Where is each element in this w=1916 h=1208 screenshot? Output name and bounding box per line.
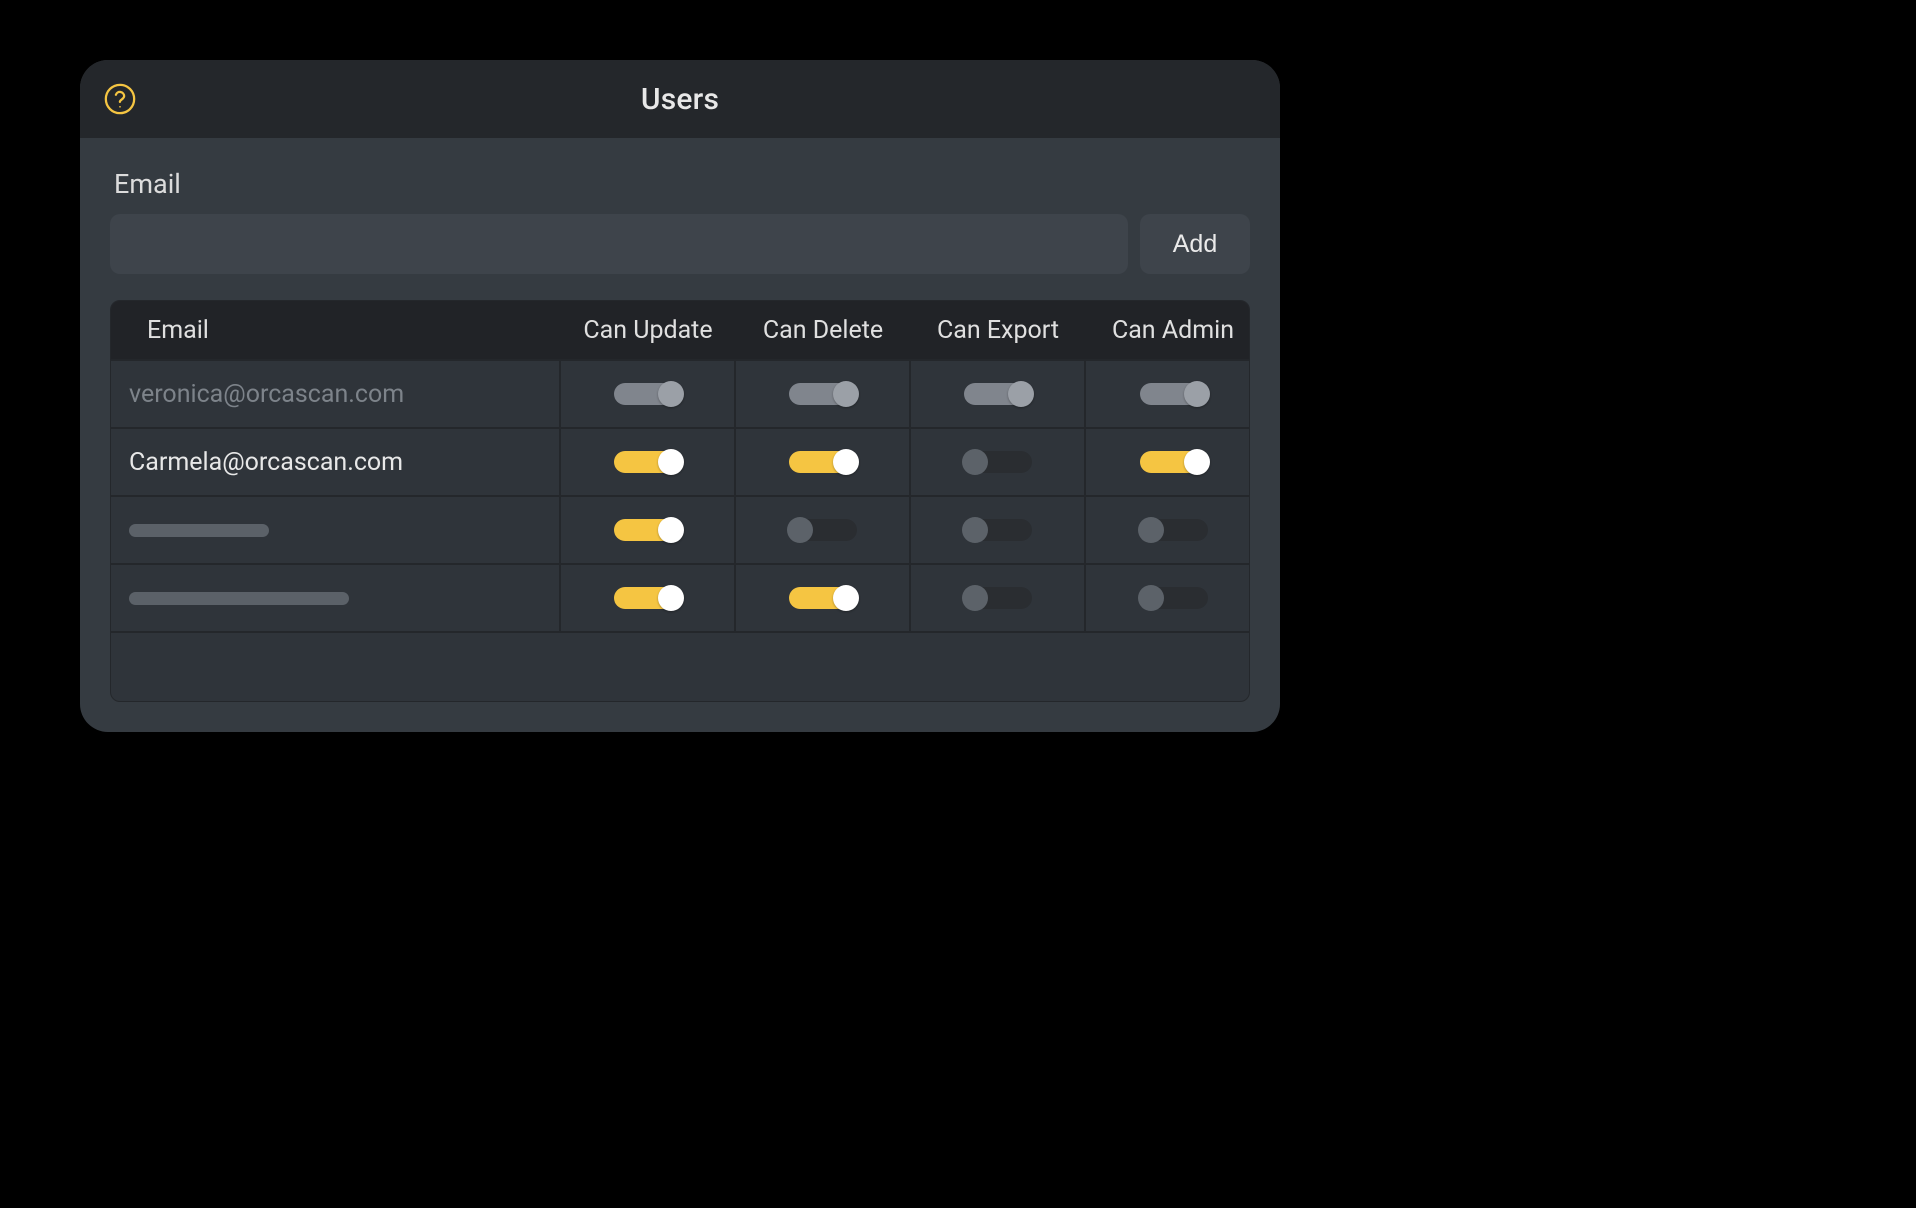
can-delete-toggle[interactable] [789,519,857,541]
add-button[interactable]: Add [1140,214,1250,274]
toggle-cell [911,565,1086,631]
toggle-cell [561,429,736,495]
panel-title: Users [641,82,719,117]
toggle-cell [736,361,911,427]
toggle-cell [1086,565,1250,631]
panel-body: Email Add Email Can Update Can Delete Ca… [80,138,1280,732]
users-panel: Users Email Add Email Can Update Can Del… [80,60,1280,732]
toggle-cell [911,361,1086,427]
panel-header: Users [80,60,1280,138]
email-input[interactable] [110,214,1128,274]
col-can-export: Can Export [911,301,1086,359]
toggle-cell [1086,497,1250,563]
toggle-cell [561,361,736,427]
table-row: Carmela@orcascan.com [111,427,1249,495]
toggle-cell [736,565,911,631]
can-update-toggle[interactable] [614,451,682,473]
email-cell: Carmela@orcascan.com [111,429,561,495]
table-footer-spacer [111,631,1249,701]
email-placeholder [129,592,349,605]
toggle-cell [911,497,1086,563]
table-row [111,495,1249,563]
table-header: Email Can Update Can Delete Can Export C… [111,301,1249,359]
can-delete-toggle[interactable] [789,587,857,609]
col-can-admin: Can Admin [1086,301,1250,359]
toggle-cell [561,565,736,631]
users-table: Email Can Update Can Delete Can Export C… [110,300,1250,702]
toggle-cell [1086,361,1250,427]
can-export-toggle[interactable] [964,587,1032,609]
toggle-cell [561,497,736,563]
can-delete-toggle [789,383,857,405]
email-cell: veronica@orcascan.com [111,361,561,427]
can-update-toggle [614,383,682,405]
email-placeholder [129,524,269,537]
table-row: veronica@orcascan.com [111,359,1249,427]
col-can-delete: Can Delete [736,301,911,359]
email-cell [111,565,561,631]
toggle-cell [736,429,911,495]
col-can-update: Can Update [561,301,736,359]
email-field-label: Email [114,168,1250,200]
can-admin-toggle[interactable] [1140,519,1208,541]
add-user-row: Add [110,214,1250,274]
can-admin-toggle [1140,383,1208,405]
can-update-toggle[interactable] [614,519,682,541]
table-row [111,563,1249,631]
can-delete-toggle[interactable] [789,451,857,473]
toggle-cell [911,429,1086,495]
can-admin-toggle[interactable] [1140,451,1208,473]
can-admin-toggle[interactable] [1140,587,1208,609]
toggle-cell [1086,429,1250,495]
help-circle-icon[interactable] [102,81,138,117]
toggle-cell [736,497,911,563]
can-export-toggle [964,383,1032,405]
can-update-toggle[interactable] [614,587,682,609]
col-email: Email [111,301,561,359]
can-export-toggle[interactable] [964,451,1032,473]
can-export-toggle[interactable] [964,519,1032,541]
email-cell [111,497,561,563]
